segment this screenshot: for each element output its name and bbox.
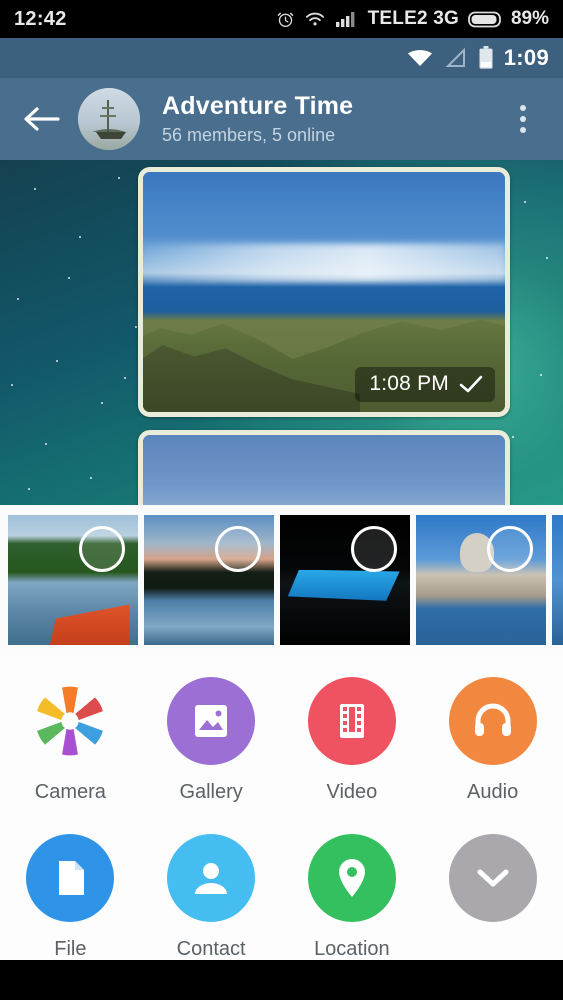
app-bar: Adventure Time 56 members, 5 online xyxy=(0,78,563,160)
cloud-band xyxy=(143,244,505,283)
attachment-audio[interactable]: Audio xyxy=(422,677,563,804)
attachment-row-2: File Contact Location xyxy=(0,834,563,961)
overflow-menu-icon xyxy=(520,127,526,133)
unselected-circle-icon[interactable] xyxy=(79,526,125,572)
app-status-bar: 1:09 xyxy=(0,38,563,78)
unselected-circle-icon[interactable] xyxy=(487,526,533,572)
chat-message-area[interactable]: 1:08 PM xyxy=(0,160,563,505)
battery-icon xyxy=(478,46,494,70)
overflow-menu-icon xyxy=(520,116,526,122)
audio-headphones-icon xyxy=(448,677,537,765)
overflow-menu-icon xyxy=(520,105,526,111)
battery-percent-label: 89% xyxy=(510,8,549,29)
boat-shape xyxy=(49,604,131,645)
photo-thumbnail[interactable] xyxy=(416,515,546,645)
attachment-row-1: Camera Gallery Video Audio xyxy=(0,677,563,804)
attachment-gallery[interactable]: Gallery xyxy=(141,677,282,804)
attachment-video[interactable]: Video xyxy=(282,677,423,804)
carrier-label: TELE2 3G xyxy=(367,8,459,29)
photo-thumbnail[interactable] xyxy=(552,515,563,645)
attachment-label: Contact xyxy=(176,938,246,960)
cellular-signal-empty-icon xyxy=(444,47,468,69)
attachment-camera[interactable]: Camera xyxy=(0,677,141,804)
camera-aperture-icon xyxy=(26,677,114,765)
message-bubble-photo[interactable]: 1:08 PM xyxy=(138,167,510,417)
unselected-circle-icon[interactable] xyxy=(215,526,261,572)
chat-subtitle: 56 members, 5 online xyxy=(162,124,336,145)
message-bubble-photo[interactable] xyxy=(138,430,510,505)
cellular-signal-icon xyxy=(335,10,359,28)
system-clock: 12:42 xyxy=(14,7,67,30)
sent-check-icon xyxy=(459,374,483,394)
message-timestamp: 1:08 PM xyxy=(369,372,449,395)
photo-thumbnail[interactable] xyxy=(144,515,274,645)
attachment-contact[interactable]: Contact xyxy=(141,834,282,961)
device-status-bar: 12:42 TELE2 3G 89% xyxy=(0,0,563,38)
overflow-menu-button[interactable] xyxy=(501,93,545,145)
attachment-menu: Camera Gallery Video Audio File Contact … xyxy=(0,655,563,960)
battery-icon xyxy=(468,11,502,28)
phone-screen: 12:42 TELE2 3G 89% 1:09 Adventure Time 5… xyxy=(0,0,563,1000)
ship-icon xyxy=(92,100,126,139)
back-arrow-icon xyxy=(22,104,60,134)
attachment-collapse[interactable] xyxy=(422,834,563,961)
chat-title-block[interactable]: Adventure Time 56 members, 5 online xyxy=(162,91,353,147)
navigation-bar xyxy=(0,960,563,1000)
attachment-label: Camera xyxy=(34,781,106,803)
attachment-file[interactable]: File xyxy=(0,834,141,961)
video-film-icon xyxy=(307,677,396,765)
app-status-time: 1:09 xyxy=(503,45,549,70)
attachment-label: Video xyxy=(326,781,378,803)
photo-thumbnail[interactable] xyxy=(8,515,138,645)
attachment-label: Location xyxy=(314,938,390,960)
wifi-icon xyxy=(304,10,326,28)
photo-thumbnail[interactable] xyxy=(280,515,410,645)
chevron-down-icon xyxy=(448,834,537,922)
location-pin-icon xyxy=(307,834,396,922)
back-button[interactable] xyxy=(18,96,64,142)
file-document-icon xyxy=(26,834,115,922)
page-title: Adventure Time xyxy=(162,91,354,120)
attachment-label: Audio xyxy=(467,781,519,803)
alarm-clock-icon xyxy=(276,10,295,29)
attachment-label: File xyxy=(54,938,87,960)
message-meta: 1:08 PM xyxy=(355,367,495,402)
gallery-image-icon xyxy=(167,677,256,765)
wifi-icon xyxy=(406,47,434,69)
contact-person-icon xyxy=(167,834,256,922)
sky-photo xyxy=(143,435,505,505)
attachment-location[interactable]: Location xyxy=(282,834,423,961)
attachment-label: Gallery xyxy=(179,781,243,803)
unselected-circle-icon[interactable] xyxy=(351,526,397,572)
avatar[interactable] xyxy=(78,88,140,150)
photo-picker-strip[interactable] xyxy=(0,505,563,655)
pool-shape xyxy=(287,569,400,601)
